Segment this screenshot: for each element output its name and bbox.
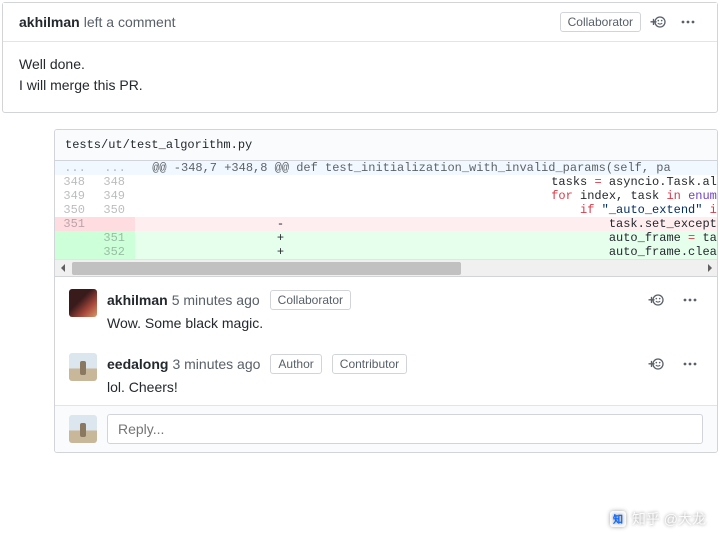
comment-verb: left a comment: [84, 14, 176, 30]
line-number-new[interactable]: 352: [95, 245, 135, 259]
line-number-new[interactable]: 348: [95, 175, 135, 189]
scrollbar-thumb[interactable]: [72, 262, 461, 275]
comment-header: akhilman left a comment Collaborator +: [3, 3, 717, 42]
comment-body: Well done. I will merge this PR.: [3, 42, 717, 112]
line-number-old[interactable]: 348: [55, 175, 95, 189]
role-badge: Contributor: [332, 354, 407, 374]
comment-time[interactable]: 5 minutes ago: [172, 292, 260, 308]
zhihu-icon: 知: [610, 511, 626, 527]
diff-line[interactable]: 348348 tasks = asyncio.Task.all_tasks(): [55, 175, 717, 189]
diff-sign: -: [135, 217, 426, 231]
kebab-icon: [683, 293, 697, 307]
expand-hunk-button[interactable]: ...: [95, 161, 135, 175]
comment-actions-menu[interactable]: [677, 353, 703, 375]
review-comment: eedalong 3 minutes ago Author Contributor +…: [55, 341, 717, 405]
diff-sign: [135, 189, 426, 203]
svg-text:+: +: [648, 357, 655, 371]
comment-time[interactable]: 3 minutes ago: [172, 356, 260, 372]
comment-author[interactable]: akhilman: [19, 14, 80, 30]
diff-code: task.set_exception(ValueError()): [426, 217, 717, 231]
line-number-old[interactable]: [55, 231, 95, 245]
expand-hunk-button[interactable]: ...: [55, 161, 95, 175]
horizontal-scrollbar[interactable]: [55, 259, 717, 277]
comment-line: Well done.: [19, 54, 701, 75]
smiley-plus-icon: +: [648, 356, 664, 372]
diff-sign: [135, 175, 426, 189]
diff-line[interactable]: 350350 if "_auto_extend" in str(task):: [55, 203, 717, 217]
diff-file-path[interactable]: tests/ut/test_algorithm.py: [55, 130, 717, 161]
diff-table: ...... @@ -348,7 +348,8 @@ def test_init…: [55, 161, 717, 259]
comment-actions-menu[interactable]: [677, 289, 703, 311]
line-number-old[interactable]: 350: [55, 203, 95, 217]
line-number-old[interactable]: 349: [55, 189, 95, 203]
line-number-old[interactable]: 351: [55, 217, 95, 231]
comment-text: Wow. Some black magic.: [107, 315, 703, 331]
line-number-new[interactable]: [95, 217, 135, 231]
reply-input[interactable]: [107, 414, 703, 444]
scroll-right-arrow-icon[interactable]: [700, 260, 717, 277]
review-comment: akhilman 5 minutes ago Collaborator + Wow. …: [55, 277, 717, 341]
comment-text: lol. Cheers!: [107, 379, 703, 395]
role-badge: Collaborator: [270, 290, 351, 310]
diff-code: if "_auto_extend" in str(task):: [426, 203, 717, 217]
avatar[interactable]: [69, 353, 97, 381]
line-number-old[interactable]: [55, 245, 95, 259]
review-summary-comment: akhilman left a comment Collaborator + W…: [2, 2, 718, 113]
role-badge: Collaborator: [560, 12, 641, 32]
comment-author[interactable]: akhilman: [107, 292, 168, 308]
diff-code: auto_frame.clear(): [426, 245, 717, 259]
reply-row: [55, 405, 717, 452]
add-reaction-button[interactable]: +: [643, 353, 669, 375]
diff-code: tasks = asyncio.Task.all_tasks(): [426, 175, 717, 189]
diff-line[interactable]: 349349 for index, task in enumerate(task…: [55, 189, 717, 203]
svg-text:+: +: [650, 15, 657, 29]
comment-actions-menu[interactable]: [675, 11, 701, 33]
diff-sign: +: [135, 245, 426, 259]
diff-sign: [135, 203, 426, 217]
diff-line[interactable]: 352+ auto_frame.clear(): [55, 245, 717, 259]
watermark: 知 知乎 @大龙: [610, 509, 706, 529]
smiley-plus-icon: +: [650, 14, 666, 30]
comment-line: I will merge this PR.: [19, 75, 701, 96]
add-reaction-button[interactable]: +: [645, 11, 671, 33]
kebab-icon: [683, 357, 697, 371]
role-badge: Author: [270, 354, 321, 374]
kebab-icon: [681, 15, 695, 29]
diff-box: tests/ut/test_algorithm.py ...... @@ -34…: [54, 129, 718, 453]
line-number-new[interactable]: 350: [95, 203, 135, 217]
scroll-left-arrow-icon[interactable]: [55, 260, 72, 277]
avatar[interactable]: [69, 415, 97, 443]
diff-code: for index, task in enumerate(tasks):: [426, 189, 717, 203]
diff-code: auto_frame = task.get_stack()[-1]: [426, 231, 717, 245]
diff-line[interactable]: 351+ auto_frame = task.get_stack()[-1]: [55, 231, 717, 245]
smiley-plus-icon: +: [648, 292, 664, 308]
diff-sign: +: [135, 231, 426, 245]
diff-line[interactable]: 351 - task.set_exception(ValueError()): [55, 217, 717, 231]
avatar[interactable]: [69, 289, 97, 317]
svg-text:知: 知: [612, 513, 623, 526]
add-reaction-button[interactable]: +: [643, 289, 669, 311]
hunk-header: @@ -348,7 +348,8 @@ def test_initializat…: [135, 161, 717, 175]
comment-author[interactable]: eedalong: [107, 356, 168, 372]
line-number-new[interactable]: 349: [95, 189, 135, 203]
line-number-new[interactable]: 351: [95, 231, 135, 245]
svg-text:+: +: [648, 293, 655, 307]
